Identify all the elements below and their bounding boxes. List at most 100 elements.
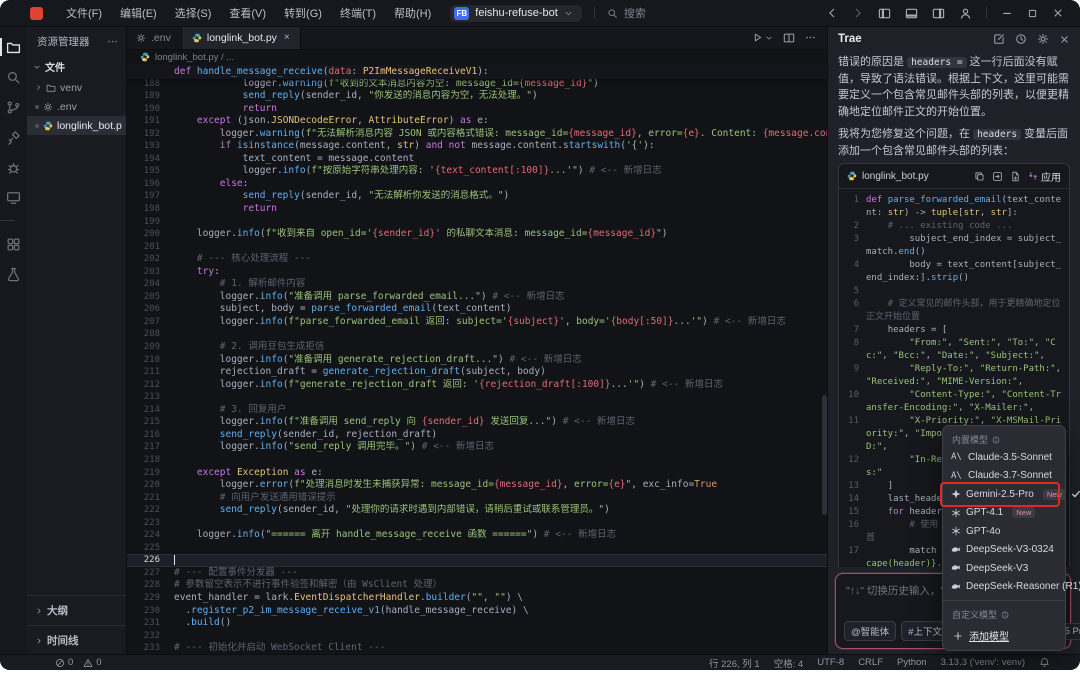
code-line-224[interactable]: 224 logger.info("====== 离开 handle_messag… [126, 529, 828, 542]
code-line-213[interactable]: 213 [126, 391, 828, 404]
activity-preview-icon[interactable] [0, 182, 27, 212]
code-line-218[interactable]: 218 [126, 454, 828, 467]
activity-source-control-icon[interactable] [0, 92, 27, 122]
nav-forward-icon[interactable] [852, 7, 864, 19]
run-button[interactable] [752, 32, 763, 43]
timeline-section[interactable]: 时间线 [27, 625, 126, 655]
code-line-229[interactable]: 229event_handler = lark.EventDispatcherH… [126, 592, 828, 605]
code-line-203[interactable]: 203 try: [126, 266, 828, 279]
status-item[interactable]: 空格: 4 [774, 656, 804, 670]
code-line-193[interactable]: 193 if isinstance(message.content, str) … [126, 140, 828, 153]
account-icon[interactable] [959, 7, 972, 20]
close-tab-icon[interactable]: × [284, 32, 290, 43]
status-item[interactable]: Python [897, 657, 927, 668]
code-line-189[interactable]: 189 send_reply(sender_id, "你发送的消息内容为空，无法… [126, 90, 828, 103]
code-line-205[interactable]: 205 logger.info("准备调用 parse_forwarded_em… [126, 291, 828, 304]
code-line-214[interactable]: 214 # 3. 回复用户 [126, 404, 828, 417]
code-line-188[interactable]: 188 logger.warning(f"收到的文本消息内容为空: messag… [126, 78, 828, 91]
toggle-bottom-panel-icon[interactable] [905, 7, 918, 20]
toggle-left-panel-icon[interactable] [878, 7, 891, 20]
code-line-227[interactable]: 227# --- 配置事件分发器 --- [126, 567, 828, 580]
files-section-header[interactable]: 文件 [27, 55, 126, 78]
model-option-DeepSeek-V3[interactable]: DeepSeek-V3 [943, 559, 1065, 578]
apply-button[interactable]: 应用 [1028, 169, 1061, 184]
code-line-233[interactable]: 233# --- 初始化并启动 WebSocket Client --- [126, 642, 828, 655]
menu-编辑(E)[interactable]: 编辑(E) [111, 5, 166, 21]
code-line-225[interactable]: 225 [126, 542, 828, 555]
model-option-Claude-3.5-Sonnet[interactable]: A\Claude-3.5-Sonnet [943, 448, 1065, 467]
menu-文件(F)[interactable]: 文件(F) [57, 5, 111, 21]
code-line-196[interactable]: 196 else: [126, 178, 828, 191]
new-file-icon[interactable] [1010, 171, 1021, 182]
insert-code-icon[interactable] [992, 171, 1003, 182]
settings-gear-icon[interactable] [1037, 33, 1049, 45]
close-panel-icon[interactable] [1059, 34, 1070, 45]
explorer-more-icon[interactable] [107, 36, 118, 47]
project-selector[interactable]: FB feishu-refuse-bot [450, 5, 582, 22]
code-line-210[interactable]: 210 logger.info("准备调用 generate_rejection… [126, 354, 828, 367]
code-line-221[interactable]: 221 # 向用户发送通用错误提示 [126, 492, 828, 505]
status-item[interactable]: 行 226, 列 1 [709, 656, 760, 670]
file-item-.env[interactable]: .env [27, 97, 126, 116]
run-options-chevron-icon[interactable] [765, 34, 773, 42]
file-item-venv[interactable]: venv [27, 78, 126, 97]
code-line-197[interactable]: 197 send_reply(sender_id, "无法解析你发送的消息格式。… [126, 190, 828, 203]
menu-帮助(H)[interactable]: 帮助(H) [385, 5, 440, 21]
code-line-232[interactable]: 232 [126, 630, 828, 643]
code-line-199[interactable]: 199 [126, 216, 828, 229]
status-item[interactable]: 3.13.3 ('venv': venv) [941, 657, 1025, 668]
new-chat-icon[interactable] [993, 33, 1005, 45]
tab-longlink_bot.py[interactable]: longlink_bot.py× [182, 26, 301, 49]
code-line-208[interactable]: 208 [126, 328, 828, 341]
model-option-GPT-4.1[interactable]: GPT-4.1New [943, 504, 1065, 523]
breadcrumb[interactable]: longlink_bot.py / ... [126, 49, 828, 65]
global-search[interactable]: 搜索 [607, 5, 646, 21]
code-line-228[interactable]: 228# 参数留空表示不进行事件验签和解密（由 WsClient 处理） [126, 579, 828, 592]
code-line-200[interactable]: 200 logger.info(f"收到来自 open_id='{sender_… [126, 228, 828, 241]
warnings-status[interactable]: 0 [83, 657, 101, 668]
add-model-button[interactable]: 添加模型 [943, 623, 1065, 645]
activity-debug-icon[interactable] [0, 152, 27, 182]
code-line-212[interactable]: 212 logger.info(f"generate_rejection_dra… [126, 379, 828, 392]
nav-back-icon[interactable] [826, 7, 838, 19]
menu-选择(S)[interactable]: 选择(S) [166, 5, 221, 21]
menu-终端(T)[interactable]: 终端(T) [331, 5, 385, 21]
code-line-217[interactable]: 217 logger.info("send_reply 调用完毕。") # <-… [126, 441, 828, 454]
activity-search-icon[interactable] [0, 62, 27, 92]
code-line-191[interactable]: 191 except (json.JSONDecodeError, Attrib… [126, 115, 828, 128]
code-line-226[interactable]: 226 [126, 554, 828, 567]
code-line-211[interactable]: 211 rejection_draft = generate_rejection… [126, 366, 828, 379]
activity-explorer-icon[interactable] [0, 32, 27, 62]
code-line-206[interactable]: 206 subject, body = parse_forwarded_emai… [126, 303, 828, 316]
model-option-Claude-3.7-Sonnet[interactable]: A\Claude-3.7-Sonnet [943, 467, 1065, 486]
status-item[interactable]: UTF-8 [817, 657, 844, 668]
code-line-215[interactable]: 215 logger.info(f"准备调用 send_reply 向 {sen… [126, 416, 828, 429]
code-line-222[interactable]: 222 send_reply(sender_id, "处理你的请求时遇到内部错误… [126, 504, 828, 517]
outline-section[interactable]: 大纲 [27, 595, 126, 625]
code-line-202[interactable]: 202 # --- 核心处理流程 --- [126, 253, 828, 266]
errors-status[interactable]: 0 [55, 657, 73, 668]
file-item-longlink_bot.py[interactable]: longlink_bot.py [27, 116, 126, 135]
code-line-204[interactable]: 204 # 1. 解析邮件内容 [126, 278, 828, 291]
model-option-DeepSeek-Reasoner (R1)[interactable]: DeepSeek-Reasoner (R1) [943, 578, 1065, 597]
code-line-190[interactable]: 190 return [126, 103, 828, 116]
activity-apps-icon[interactable] [0, 229, 27, 259]
activity-test-icon[interactable] [0, 259, 27, 289]
code-line-198[interactable]: 198 return [126, 203, 828, 216]
code-line-220[interactable]: 220 logger.error(f"处理消息时发生未捕获异常: message… [126, 479, 828, 492]
activity-remote-icon[interactable] [0, 122, 27, 152]
bell-icon[interactable] [1039, 657, 1050, 668]
code-line-230[interactable]: 230 .register_p2_im_message_receive_v1(h… [126, 605, 828, 618]
code-line-223[interactable]: 223 [126, 517, 828, 530]
minimize-button[interactable] [1001, 7, 1013, 19]
code-line-195[interactable]: 195 logger.info(f"按原始字符串处理内容: '{text_con… [126, 165, 828, 178]
model-option-GPT-4o[interactable]: GPT-4o [943, 522, 1065, 541]
close-window-button[interactable] [1052, 7, 1064, 19]
model-option-Gemini-2.5-Pro[interactable]: Gemini-2.5-ProNew [943, 485, 1065, 504]
code-area[interactable]: def handle_message_receive(data: P2ImMes… [126, 65, 828, 655]
menu-查看(V)[interactable]: 查看(V) [220, 5, 275, 21]
history-icon[interactable] [1015, 33, 1027, 45]
split-editor-icon[interactable] [783, 32, 795, 44]
editor-more-icon[interactable] [805, 32, 816, 43]
status-item[interactable]: CRLF [858, 657, 883, 668]
